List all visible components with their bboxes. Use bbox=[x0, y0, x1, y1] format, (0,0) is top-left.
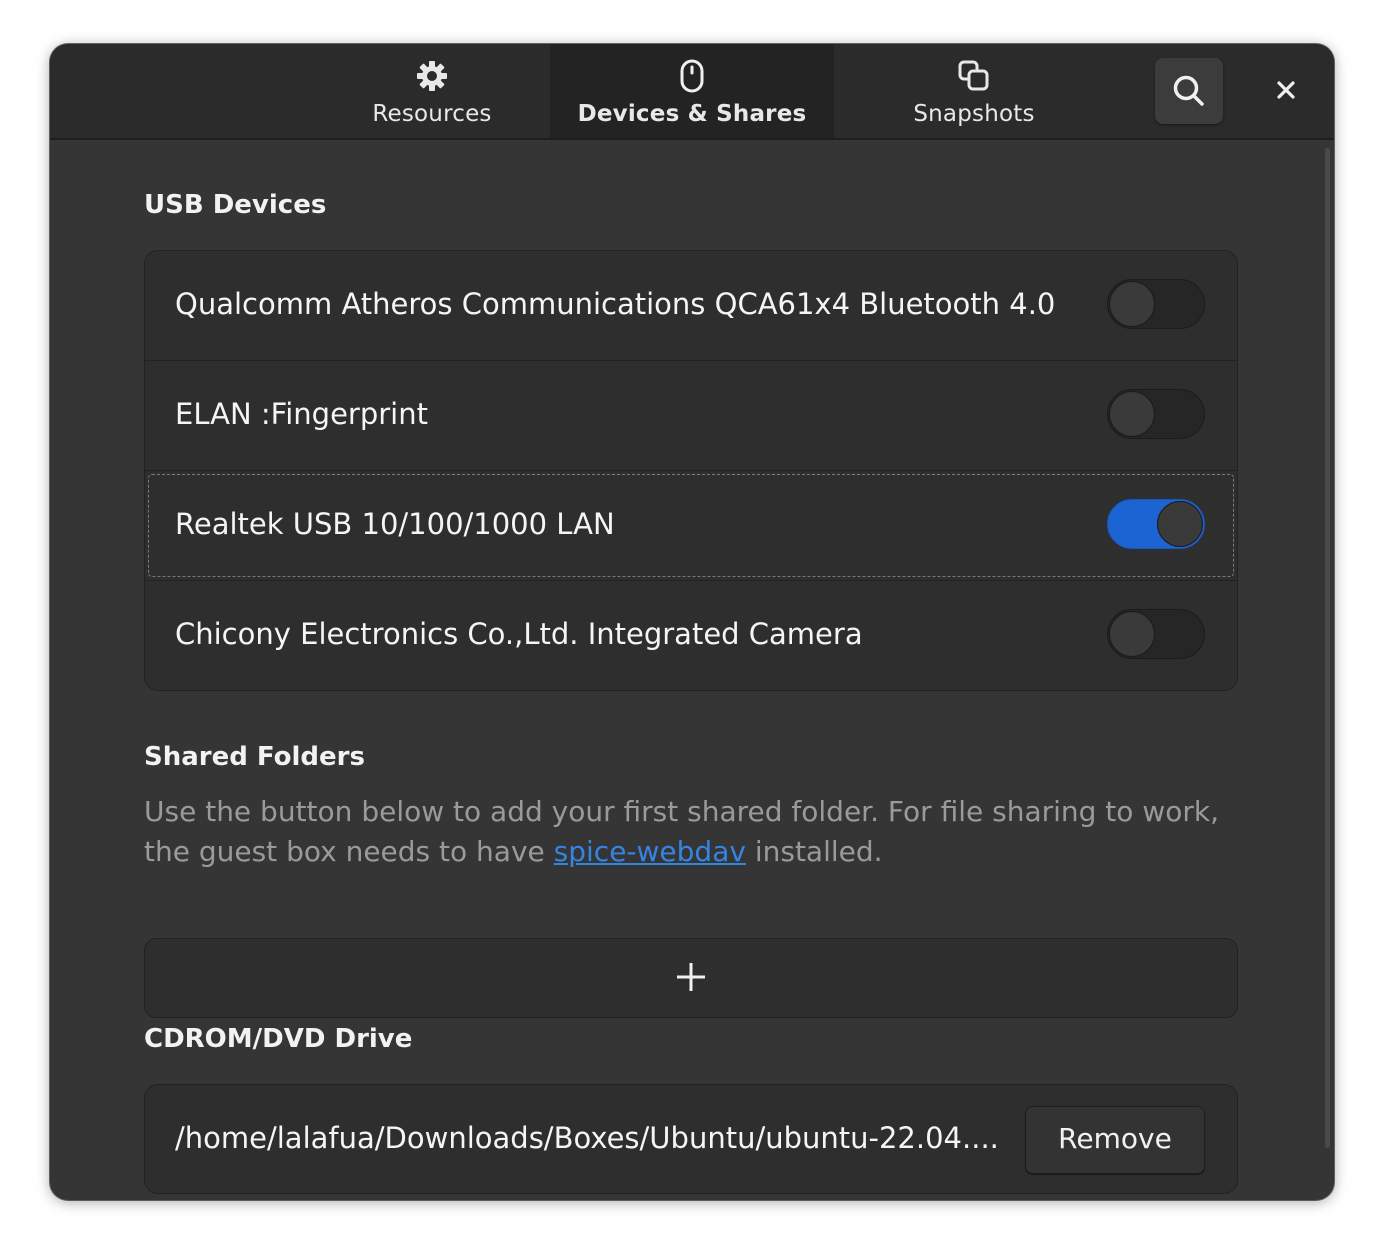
tab-snapshots[interactable]: Snapshots bbox=[836, 44, 1112, 138]
usb-devices-list: Qualcomm Atheros Communications QCA61x4 … bbox=[144, 250, 1238, 691]
usb-device-label: Chicony Electronics Co.,Ltd. Integrated … bbox=[175, 617, 863, 651]
usb-device-toggle[interactable] bbox=[1107, 389, 1205, 439]
scrollbar[interactable] bbox=[1325, 148, 1330, 1148]
usb-device-toggle[interactable] bbox=[1107, 609, 1205, 659]
usb-devices-title: USB Devices bbox=[144, 190, 327, 220]
usb-device-toggle[interactable] bbox=[1107, 499, 1205, 549]
shared-folders-description: Use the button below to add your first s… bbox=[144, 792, 1254, 872]
usb-device-label: Qualcomm Atheros Communications QCA61x4 … bbox=[175, 287, 1056, 321]
tab-devices-shares-label: Devices & Shares bbox=[577, 101, 807, 127]
toggle-knob bbox=[1109, 611, 1155, 657]
usb-device-toggle[interactable] bbox=[1107, 279, 1205, 329]
plus-icon bbox=[677, 963, 705, 991]
usb-device-label: ELAN :Fingerprint bbox=[175, 397, 428, 431]
tab-resources[interactable]: Resources bbox=[316, 44, 548, 138]
tab-devices-shares[interactable]: Devices & Shares bbox=[550, 44, 834, 138]
tab-snapshots-label: Snapshots bbox=[913, 101, 1035, 127]
remove-button[interactable]: Remove bbox=[1025, 1106, 1205, 1174]
settings-window: Resources Devices & Shares Snapshots USB… bbox=[50, 44, 1334, 1200]
gear-icon bbox=[417, 61, 447, 91]
add-shared-folder-button[interactable] bbox=[144, 938, 1238, 1018]
cdrom-title: CDROM/DVD Drive bbox=[144, 1024, 413, 1054]
mouse-icon bbox=[680, 59, 704, 93]
usb-device-row[interactable]: ELAN :Fingerprint bbox=[145, 361, 1237, 471]
usb-device-label: Realtek USB 10/100/1000 LAN bbox=[175, 507, 615, 541]
usb-device-row[interactable]: Chicony Electronics Co.,Ltd. Integrated … bbox=[145, 581, 1237, 690]
toggle-knob bbox=[1157, 501, 1203, 547]
cdrom-list: /home/lalafua/Downloads/Boxes/Ubuntu/ubu… bbox=[144, 1084, 1238, 1194]
usb-device-row[interactable]: Realtek USB 10/100/1000 LAN bbox=[145, 471, 1237, 581]
search-icon bbox=[1173, 75, 1204, 106]
cdrom-row: /home/lalafua/Downloads/Boxes/Ubuntu/ubu… bbox=[145, 1085, 1237, 1193]
close-icon bbox=[1277, 81, 1295, 99]
cdrom-path: /home/lalafua/Downloads/Boxes/Ubuntu/ubu… bbox=[175, 1121, 999, 1155]
devices-shares-page: USB Devices Qualcomm Atheros Communicati… bbox=[50, 140, 1334, 1200]
shared-folders-title: Shared Folders bbox=[144, 742, 365, 772]
header-bar: Resources Devices & Shares Snapshots bbox=[50, 44, 1334, 140]
tab-resources-label: Resources bbox=[372, 101, 492, 127]
description-text-end: installed. bbox=[745, 835, 883, 868]
usb-device-row[interactable]: Qualcomm Atheros Communications QCA61x4 … bbox=[145, 251, 1237, 361]
spice-webdav-link[interactable]: spice-webdav bbox=[554, 835, 746, 868]
search-button[interactable] bbox=[1155, 58, 1223, 124]
close-button[interactable] bbox=[1268, 72, 1304, 108]
toggle-knob bbox=[1109, 391, 1155, 437]
snapshots-icon bbox=[958, 60, 989, 91]
toggle-knob bbox=[1109, 281, 1155, 327]
